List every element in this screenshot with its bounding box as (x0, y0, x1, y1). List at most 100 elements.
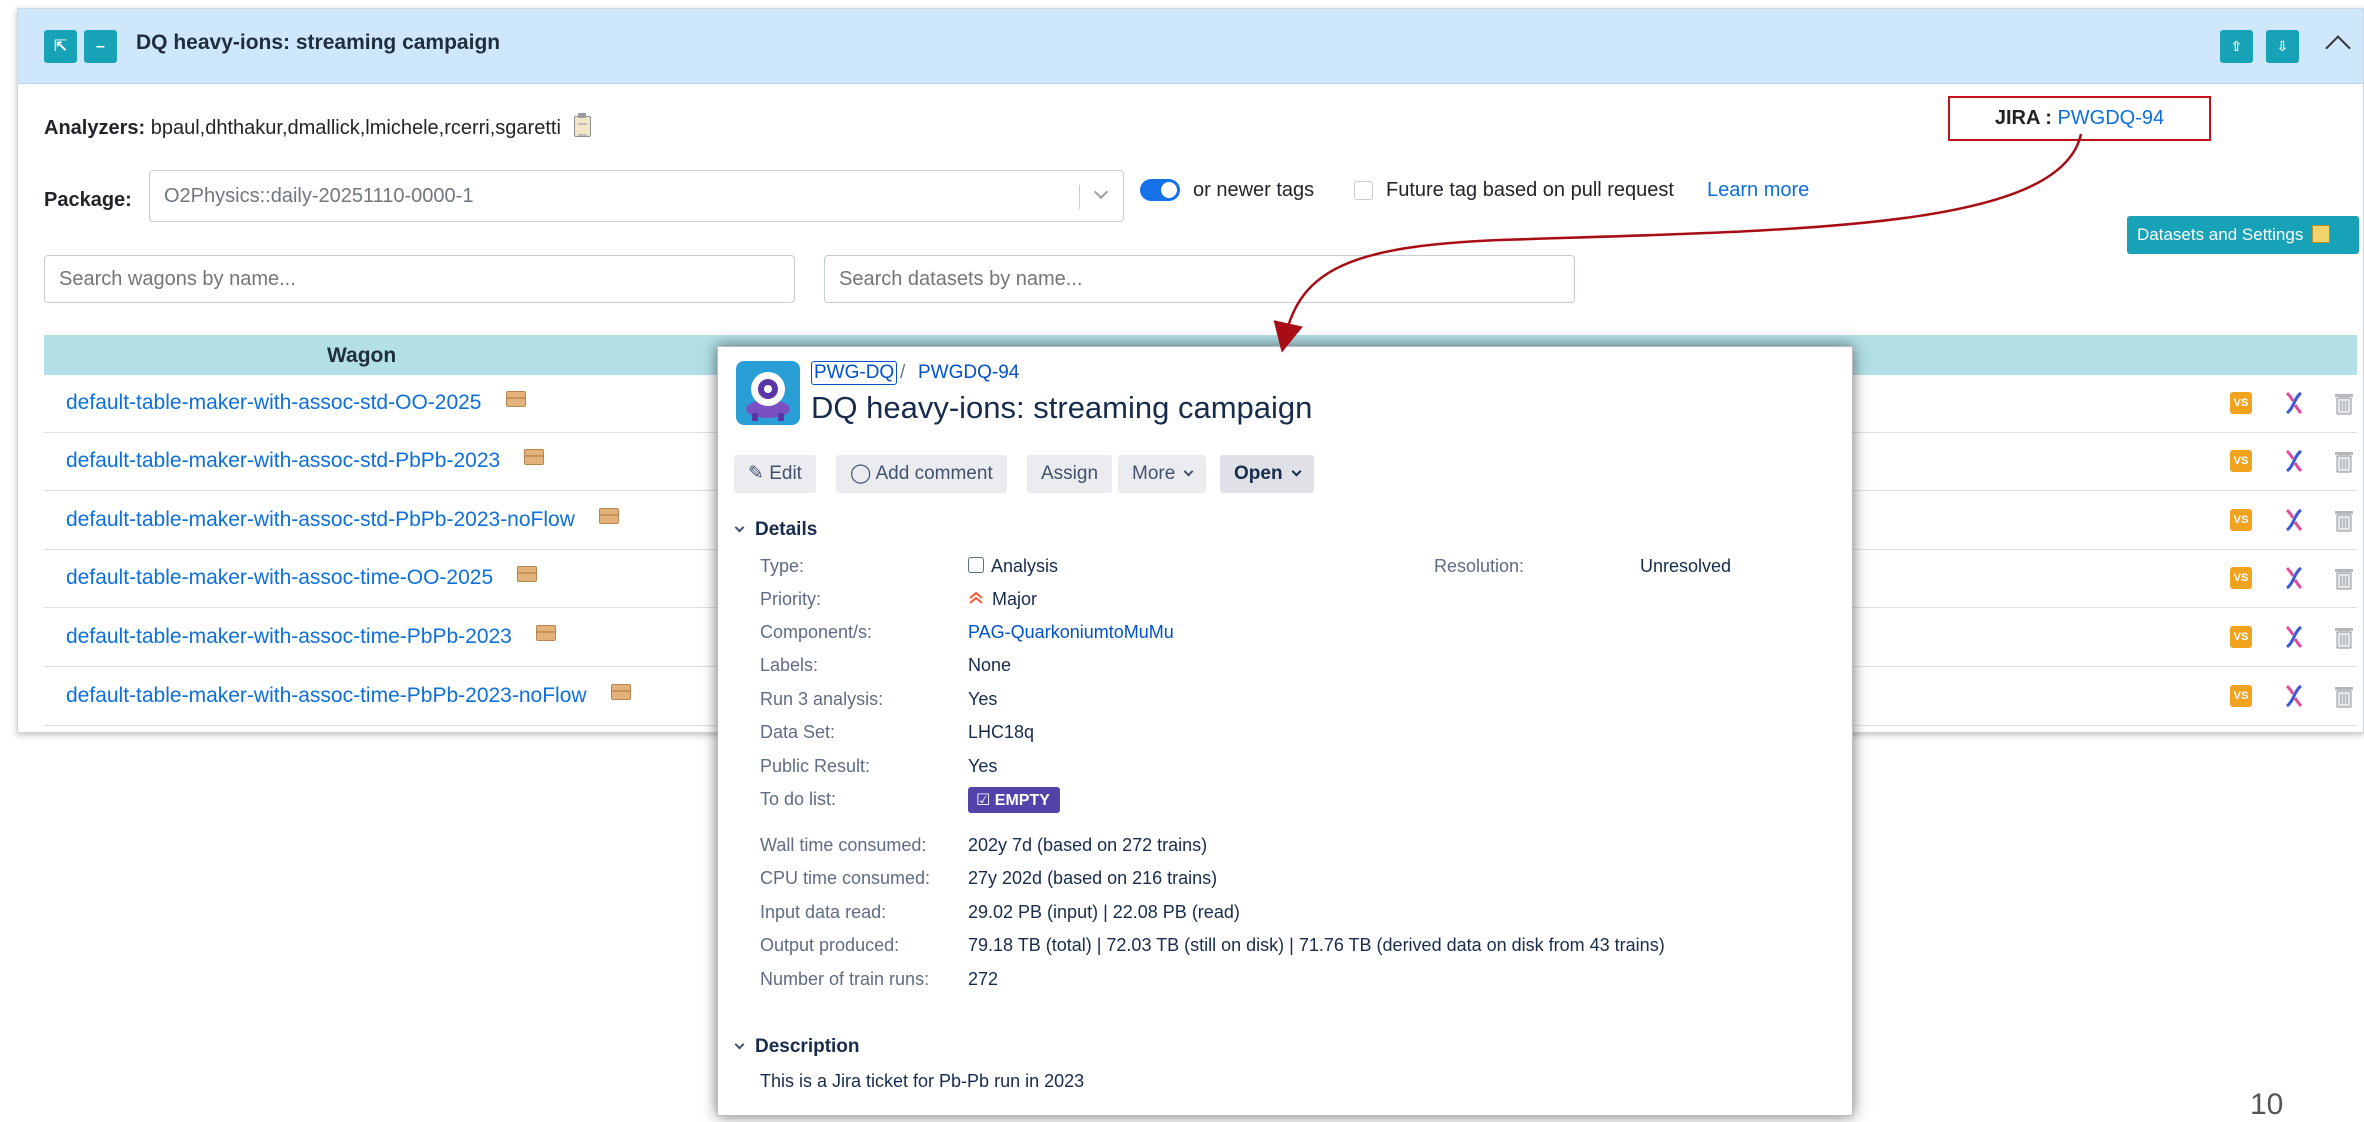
clipboard-icon[interactable] (574, 113, 592, 138)
assign-button[interactable]: Assign (1027, 455, 1113, 493)
analysis-type-icon (968, 557, 984, 574)
package-select[interactable]: O2Physics::daily-20251110-0000-1 (149, 170, 1124, 222)
breadcrumb-issue-key[interactable]: PWGDQ-94 (918, 362, 1019, 384)
type-label: Type: (760, 556, 805, 576)
public-result-value: Yes (968, 756, 998, 776)
package-icon[interactable] (524, 449, 545, 465)
description-toggle[interactable]: Description (734, 1036, 860, 1058)
dna-icon[interactable] (2282, 507, 2306, 533)
dna-icon[interactable] (2282, 683, 2306, 709)
details-toggle[interactable]: Details (734, 519, 818, 541)
wagon-link[interactable]: default-table-maker-with-assoc-std-PbPb-… (66, 449, 500, 472)
datasets-settings-button[interactable]: Datasets and Settings (2127, 216, 2359, 254)
package-icon[interactable] (517, 566, 538, 582)
trash-icon[interactable] (2334, 684, 2354, 708)
trash-icon[interactable] (2334, 391, 2354, 415)
pencil-icon: ✎ (748, 463, 764, 484)
wagon-link[interactable]: default-table-maker-with-assoc-time-PbPb… (66, 684, 587, 707)
wagon-link[interactable]: default-table-maker-with-assoc-std-OO-20… (66, 391, 482, 414)
cpu-time-value: 27y 202d (based on 216 trains) (968, 868, 1218, 888)
edit-label: Edit (769, 463, 802, 484)
wagon-cell: default-table-maker-with-assoc-std-OO-20… (66, 391, 526, 415)
todo-badge-text: EMPTY (994, 792, 1050, 809)
jira-label: JIRA : (1994, 107, 2052, 129)
todo-badge[interactable]: ☑ EMPTY (968, 787, 1060, 813)
checkbox-icon: ☑ (976, 792, 991, 809)
run3-value: Yes (968, 689, 998, 709)
open-status-button[interactable]: Open (1220, 455, 1314, 493)
details-heading: Details (755, 519, 818, 540)
future-tag-checkbox[interactable] (1354, 181, 1373, 200)
collapse-icon[interactable]: – (84, 30, 117, 63)
vs-compare-icon[interactable]: VS (2230, 450, 2252, 472)
add-comment-label: Add comment (875, 463, 993, 484)
trash-icon[interactable] (2334, 508, 2354, 532)
more-button[interactable]: More (1118, 455, 1207, 493)
labels-label: Labels: (760, 655, 819, 675)
jira-highlight: JIRA : PWGDQ-94 (1948, 96, 2211, 141)
train-runs-label: Number of train runs: (760, 969, 930, 989)
dna-icon[interactable] (2282, 624, 2306, 650)
newer-tags-label: or newer tags (1193, 179, 1315, 201)
breadcrumb-separator: / (900, 362, 906, 383)
wagon-cell: default-table-maker-with-assoc-time-OO-2… (66, 566, 538, 590)
vs-compare-icon[interactable]: VS (2230, 509, 2252, 531)
chevron-up-icon[interactable] (2325, 35, 2351, 61)
wall-time-label: Wall time consumed: (760, 835, 927, 855)
dataset-value: LHC18q (968, 722, 1035, 742)
resolution-label: Resolution: (1434, 556, 1525, 576)
comment-icon: ◯ (850, 463, 872, 484)
open-label: Open (1234, 463, 1283, 484)
breadcrumb-project[interactable]: PWG-DQ (811, 361, 898, 385)
newer-tags-toggle[interactable] (1140, 179, 1180, 201)
description-heading: Description (755, 1036, 860, 1057)
input-data-value: 29.02 PB (input) | 22.08 PB (read) (968, 902, 1240, 922)
package-icon[interactable] (505, 391, 526, 407)
output-label: Output produced: (760, 935, 900, 955)
expand-icon[interactable]: ⇱ (44, 30, 77, 63)
component-link[interactable]: PAG-QuarkoniumtoMuMu (968, 622, 1174, 643)
vs-compare-icon[interactable]: VS (2230, 626, 2252, 648)
edit-button[interactable]: ✎ Edit (734, 455, 816, 493)
wagon-link[interactable]: default-table-maker-with-assoc-std-PbPb-… (66, 508, 575, 531)
vs-compare-icon[interactable]: VS (2230, 685, 2252, 707)
move-up-icon[interactable]: ⇧ (2220, 30, 2253, 63)
chevron-down-icon (734, 1039, 745, 1050)
wagon-link[interactable]: default-table-maker-with-assoc-time-PbPb… (66, 625, 512, 648)
wagon-cell: default-table-maker-with-assoc-std-PbPb-… (66, 449, 545, 473)
panel-header: ⇱ – DQ heavy-ions: streaming campaign ⇧ … (18, 9, 2363, 84)
todo-value: ☑ EMPTY (968, 787, 1060, 813)
analyzers-value: bpaul,dhthakur,dmallick,lmichele,rcerri,… (150, 117, 561, 139)
learn-more-link[interactable]: Learn more (1707, 179, 1809, 202)
todo-label: To do list: (760, 789, 837, 809)
wagon-cell: default-table-maker-with-assoc-time-PbPb… (66, 684, 631, 708)
search-wagons-input[interactable] (44, 255, 795, 303)
edit-icon (2312, 224, 2331, 243)
trash-icon[interactable] (2334, 625, 2354, 649)
priority-text: Major (992, 589, 1038, 609)
dna-icon[interactable] (2282, 565, 2306, 591)
vs-compare-icon[interactable]: VS (2230, 392, 2252, 414)
trash-icon[interactable] (2334, 449, 2354, 473)
search-datasets-input[interactable] (824, 255, 1575, 303)
package-icon[interactable] (610, 684, 631, 700)
select-separator (1079, 185, 1080, 209)
package-icon[interactable] (535, 625, 556, 641)
dna-icon[interactable] (2282, 448, 2306, 474)
output-value: 79.18 TB (total) | 72.03 TB (still on di… (968, 935, 1665, 955)
add-comment-button[interactable]: ◯ Add comment (836, 455, 1007, 493)
vs-compare-icon[interactable]: VS (2230, 567, 2252, 589)
move-down-icon[interactable]: ⇩ (2266, 30, 2299, 63)
priority-value: Major (968, 589, 1037, 610)
more-label: More (1132, 463, 1176, 484)
jira-link[interactable]: PWGDQ-94 (2057, 107, 2164, 129)
analyzers-label: Analyzers: (44, 117, 146, 139)
type-value: Analysis (968, 556, 1058, 577)
package-icon[interactable] (598, 508, 619, 524)
wagon-column-header: Wagon (327, 344, 397, 367)
dna-icon[interactable] (2282, 390, 2306, 416)
chevron-down-icon[interactable] (1093, 184, 1109, 200)
wagon-link[interactable]: default-table-maker-with-assoc-time-OO-2… (66, 566, 493, 589)
trash-icon[interactable] (2334, 566, 2354, 590)
train-runs-value: 272 (968, 969, 999, 989)
